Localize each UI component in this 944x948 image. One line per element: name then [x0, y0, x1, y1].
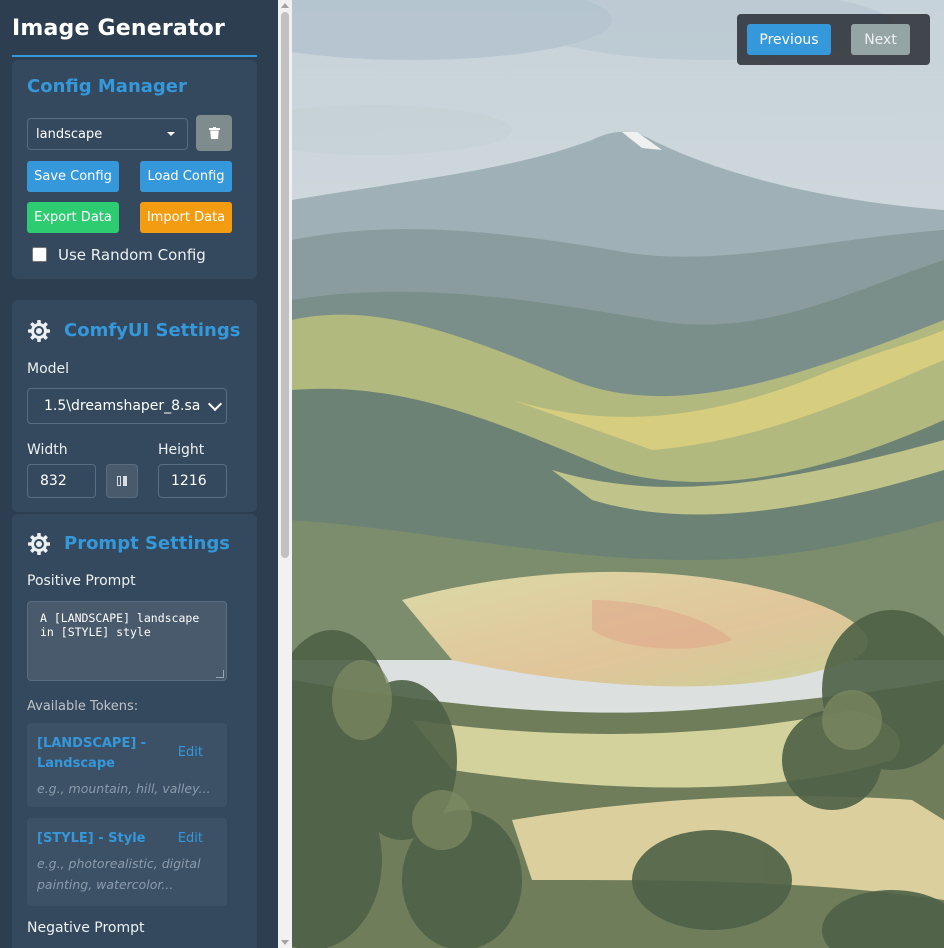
token-card-landscape: [LANDSCAPE] - Landscape Edit e.g., mount… [27, 723, 227, 807]
image-viewer: Previous Next [292, 0, 944, 948]
positive-prompt-label: Positive Prompt [27, 573, 136, 589]
generated-image [292, 0, 944, 948]
scrollbar-thumb[interactable] [281, 12, 289, 558]
scroll-up-arrow-icon[interactable] [281, 3, 289, 8]
config-select-value: landscape [36, 126, 103, 142]
edit-token-button[interactable]: Edit [178, 831, 203, 846]
app-title: Image Generator [12, 16, 226, 41]
previous-button[interactable]: Previous [747, 24, 831, 55]
token-example: e.g., photorealistic, digital painting, … [37, 856, 201, 892]
model-label: Model [27, 361, 70, 377]
available-tokens-label: Available Tokens: [27, 699, 139, 714]
sidebar: Image Generator Config Manager landscape… [0, 0, 278, 948]
config-select[interactable]: landscape [27, 118, 188, 150]
prompt-settings-heading: Prompt Settings [64, 533, 230, 554]
positive-prompt-value: A [LANDSCAPE] landscape in [STYLE] style [40, 611, 200, 639]
delete-config-button[interactable] [196, 115, 232, 151]
title-divider [12, 55, 257, 57]
token-title: [STYLE] - Style [37, 831, 146, 846]
export-data-button[interactable]: Export Data [27, 202, 119, 233]
width-input[interactable]: 832 [27, 464, 96, 498]
gear-icon [28, 320, 50, 342]
sidebar-scrollbar[interactable] [278, 0, 292, 948]
scroll-down-arrow-icon[interactable] [281, 940, 289, 945]
comfyui-settings-panel: ComfyUI Settings Model 1.5\dreamshaper_8… [12, 300, 257, 512]
positive-prompt-input[interactable]: A [LANDSCAPE] landscape in [STYLE] style [27, 601, 227, 681]
load-config-button[interactable]: Load Config [140, 161, 232, 192]
config-manager-heading: Config Manager [27, 76, 187, 97]
trash-icon [208, 127, 220, 139]
token-card-style: [STYLE] - Style Edit e.g., photorealisti… [27, 818, 227, 906]
resize-handle-icon[interactable] [216, 670, 224, 678]
config-manager-panel: Config Manager landscape Save Config Loa… [12, 60, 257, 279]
token-title: [LANDSCAPE] - Landscape [37, 736, 147, 771]
height-label: Height [158, 442, 205, 458]
comfyui-settings-heading: ComfyUI Settings [64, 320, 241, 341]
chevron-down-icon [207, 396, 223, 412]
random-config-label: Use Random Config [58, 246, 206, 264]
next-button[interactable]: Next [851, 24, 910, 55]
chevron-down-icon [167, 132, 175, 136]
swap-dimensions-icon [117, 476, 127, 486]
save-config-button[interactable]: Save Config [27, 161, 119, 192]
edit-token-button[interactable]: Edit [178, 745, 203, 760]
prompt-settings-panel: Prompt Settings Positive Prompt A [LANDS… [12, 514, 257, 948]
gear-icon [28, 533, 50, 555]
image-navigation: Previous Next [737, 14, 930, 65]
token-example: e.g., mountain, hill, valley... [37, 781, 211, 796]
height-input[interactable]: 1216 [158, 464, 227, 498]
model-select[interactable]: 1.5\dreamshaper_8.safetensors [27, 388, 227, 424]
random-config-checkbox[interactable] [32, 247, 47, 262]
swap-dimensions-button[interactable] [106, 464, 138, 498]
model-select-value: 1.5\dreamshaper_8.safetensors [44, 398, 200, 414]
negative-prompt-label: Negative Prompt [27, 920, 145, 936]
import-data-button[interactable]: Import Data [140, 202, 232, 233]
width-label: Width [27, 442, 68, 458]
